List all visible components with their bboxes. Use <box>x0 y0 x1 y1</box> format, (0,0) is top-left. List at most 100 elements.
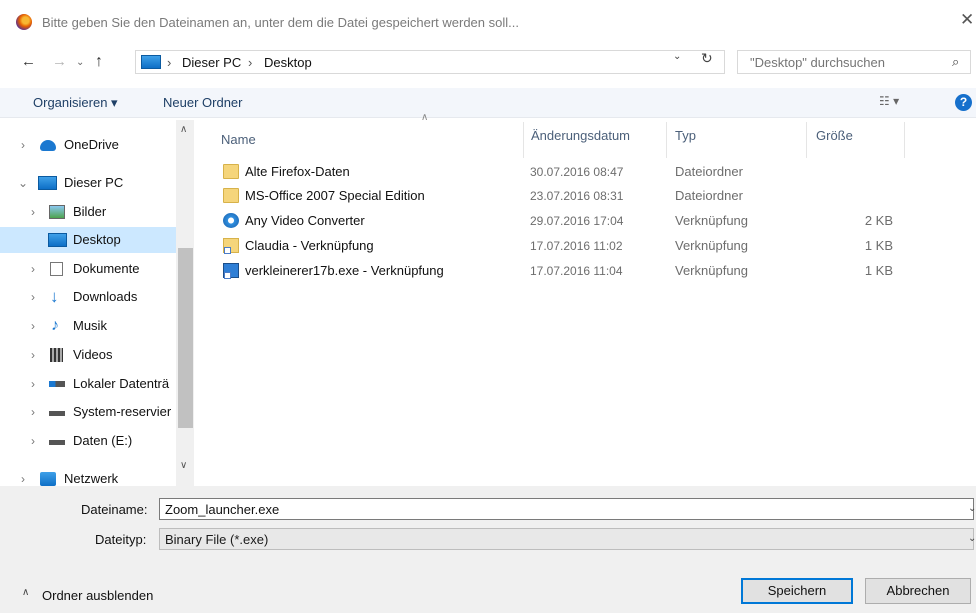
scroll-down-icon[interactable]: ∨ <box>180 460 187 471</box>
sidebar-item-onedrive[interactable]: › OneDrive <box>0 132 176 158</box>
folder-icon <box>223 188 239 203</box>
table-row[interactable]: MS-Office 2007 Special Edition 23.07.201… <box>194 184 976 208</box>
navigation-pane: › OneDrive ⌄ Dieser PC › Bilder Desktop … <box>0 120 194 486</box>
expand-chevron-icon[interactable]: › <box>31 348 35 362</box>
file-date: 17.07.2016 11:02 <box>530 239 623 253</box>
file-size: 2 KB <box>864 213 893 228</box>
sidebar-item-label: Desktop <box>73 232 121 247</box>
collapse-chevron-icon[interactable]: ⌄ <box>18 176 28 190</box>
sidebar-item-label: Netzwerk <box>64 471 119 486</box>
organize-button[interactable]: Organisieren ▾ <box>33 95 118 111</box>
chevron-up-icon[interactable]: ∧ <box>22 587 29 598</box>
file-name: Any Video Converter <box>245 213 365 228</box>
sidebar-item-daten-e[interactable]: › Daten (E:) <box>0 428 176 454</box>
dialog-title: Bitte geben Sie den Dateinamen an, unter… <box>42 15 519 30</box>
new-folder-button[interactable]: Neuer Ordner <box>163 95 242 110</box>
expand-chevron-icon[interactable]: › <box>31 434 35 448</box>
sidebar-item-desktop[interactable]: Desktop <box>0 227 176 253</box>
computer-icon <box>38 176 57 190</box>
cloud-icon <box>40 140 56 151</box>
breadcrumb-separator: › <box>167 55 172 70</box>
sort-ascending-icon: ∧ <box>421 112 429 123</box>
expand-chevron-icon[interactable]: › <box>21 472 25 486</box>
firefox-icon <box>16 14 32 30</box>
search-icon[interactable]: ⌕ <box>952 54 959 70</box>
cancel-button[interactable]: Abbrechen <box>865 578 971 604</box>
download-icon: ↓ <box>50 287 59 306</box>
file-type: Verknüpfung <box>675 238 749 253</box>
expand-chevron-icon[interactable]: › <box>31 262 35 276</box>
sidebar-item-downloads[interactable]: › ↓ Downloads <box>0 284 176 310</box>
search-input[interactable] <box>738 51 943 73</box>
column-header-type[interactable]: Typ <box>675 128 696 143</box>
column-divider[interactable] <box>666 122 667 158</box>
expand-chevron-icon[interactable]: › <box>31 319 35 333</box>
scroll-up-icon[interactable]: ∧ <box>180 124 187 135</box>
close-icon[interactable]: ✕ <box>960 11 974 28</box>
save-button[interactable]: Speichern <box>741 578 853 604</box>
filename-field[interactable]: ⌄ <box>159 498 976 520</box>
column-divider[interactable] <box>904 122 905 158</box>
sidebar-item-label: OneDrive <box>64 137 119 152</box>
view-options-button[interactable]: ☷ ▾ <box>879 94 899 108</box>
filetype-select[interactable]: Binary File (*.exe) ⌄ <box>159 528 976 550</box>
back-arrow-icon[interactable]: ← <box>21 52 36 72</box>
drive-icon <box>49 411 65 416</box>
sidebar-item-label: Dieser PC <box>64 175 124 190</box>
command-bar: Organisieren ▾ Neuer Ordner ☷ ▾ ? <box>0 88 976 118</box>
music-icon: ♪ <box>51 317 59 334</box>
breadcrumb-desktop[interactable]: Desktop <box>264 55 312 70</box>
drive-icon <box>49 440 65 445</box>
refresh-icon[interactable]: ↻ <box>701 50 713 67</box>
up-arrow-icon[interactable]: ↑ <box>95 52 103 72</box>
address-bar[interactable]: › Dieser PC › Desktop <box>135 50 725 74</box>
expand-chevron-icon[interactable]: › <box>21 138 25 152</box>
column-header-size[interactable]: Größe <box>816 128 853 143</box>
help-icon[interactable]: ? <box>955 94 972 111</box>
expand-chevron-icon[interactable]: › <box>31 290 35 304</box>
filename-label: Dateiname: <box>81 502 148 517</box>
expand-chevron-icon[interactable]: › <box>31 405 35 419</box>
video-icon <box>50 348 63 362</box>
filename-input[interactable] <box>160 499 950 519</box>
sidebar-item-label: Daten (E:) <box>73 433 133 448</box>
sidebar-item-dokumente[interactable]: › Dokumente <box>0 256 176 282</box>
breadcrumb-dieser-pc[interactable]: Dieser PC <box>182 55 241 70</box>
column-divider[interactable] <box>806 122 807 158</box>
network-icon <box>40 472 56 486</box>
column-divider[interactable] <box>523 122 524 158</box>
file-type: Verknüpfung <box>675 213 749 228</box>
sidebar-item-system-reserviert[interactable]: › System-reservier <box>0 399 176 425</box>
sidebar-item-videos[interactable]: › Videos <box>0 342 176 368</box>
breadcrumb-separator: › <box>248 55 253 70</box>
table-row[interactable]: Any Video Converter 29.07.2016 17:04 Ver… <box>194 209 976 233</box>
expand-chevron-icon[interactable]: › <box>31 205 35 219</box>
recent-locations-chevron-icon[interactable]: ⌄ <box>76 53 84 73</box>
table-row[interactable]: verkleinerer17b.exe - Verknüpfung 17.07.… <box>194 259 976 283</box>
address-dropdown-icon[interactable]: ⌄ <box>673 51 681 62</box>
expand-chevron-icon[interactable]: › <box>31 377 35 391</box>
chevron-down-icon[interactable]: ⌄ <box>968 533 976 544</box>
app-shortcut-icon <box>223 213 239 228</box>
computer-icon <box>141 55 161 69</box>
column-header-date[interactable]: Änderungsdatum <box>531 128 630 143</box>
sidebar-item-lokaler-datentraeger[interactable]: › Lokaler Datenträ <box>0 371 176 397</box>
hide-folders-button[interactable]: Ordner ausblenden <box>42 588 153 603</box>
forward-arrow-icon[interactable]: → <box>52 52 67 72</box>
sidebar-item-musik[interactable]: › ♪ Musik <box>0 313 176 339</box>
filetype-label: Dateityp: <box>95 532 147 547</box>
table-row[interactable]: Alte Firefox-Daten 30.07.2016 08:47 Date… <box>194 160 976 184</box>
table-row[interactable]: Claudia - Verknüpfung 17.07.2016 11:02 V… <box>194 234 976 258</box>
sidebar-item-dieser-pc[interactable]: ⌄ Dieser PC <box>0 170 176 196</box>
folder-shortcut-icon <box>223 238 239 254</box>
chevron-down-icon[interactable]: ⌄ <box>968 503 976 514</box>
scrollbar-thumb[interactable] <box>178 248 193 428</box>
desktop-icon <box>48 233 67 247</box>
column-header-name[interactable]: Name <box>221 132 256 147</box>
sidebar-item-netzwerk[interactable]: › Netzwerk <box>0 466 176 486</box>
file-list: Name Änderungsdatum Typ Größe ∧ Alte Fir… <box>194 112 976 486</box>
sidebar-item-bilder[interactable]: › Bilder <box>0 199 176 225</box>
drive-icon <box>49 381 65 387</box>
file-name: verkleinerer17b.exe - Verknüpfung <box>245 263 444 278</box>
sidebar-item-label: Downloads <box>73 289 138 304</box>
